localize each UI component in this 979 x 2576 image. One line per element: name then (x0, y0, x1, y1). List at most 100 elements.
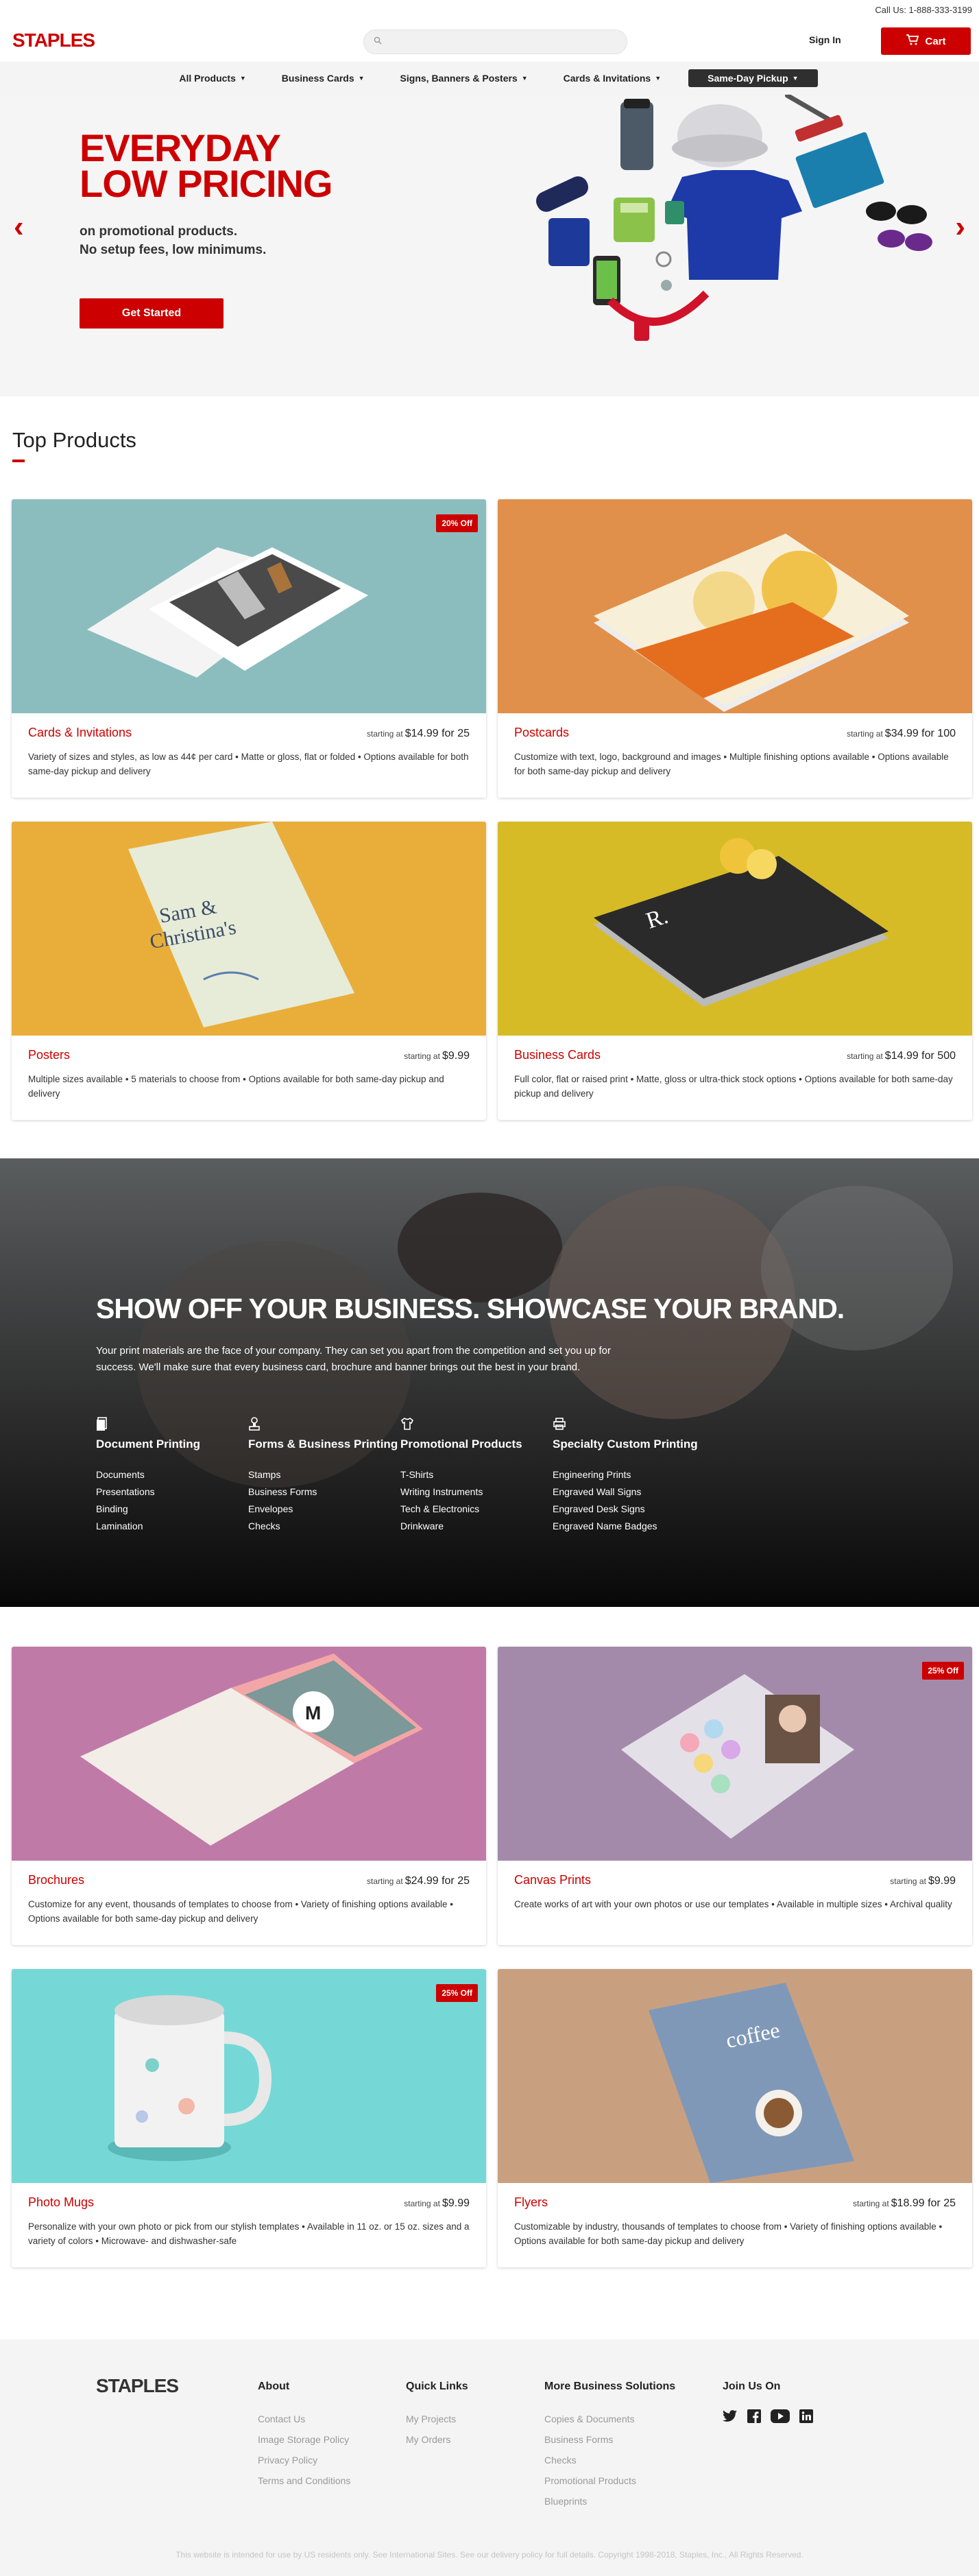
section-title: Top Products (12, 428, 136, 452)
cards-invitations-image: 20% Off (12, 499, 486, 713)
category-link[interactable]: Tech & Electronics (400, 1501, 553, 1518)
category-link[interactable]: Writing Instruments (400, 1483, 553, 1501)
phone-number: Call Us: 1-888-333-3199 (875, 4, 972, 15)
product-title[interactable]: Canvas Prints (514, 1873, 591, 1887)
footer-link[interactable]: Business Forms (544, 2429, 723, 2450)
prev-slide-icon[interactable]: ‹ (14, 210, 24, 244)
tshirt-icon (400, 1417, 553, 1435)
staples-logo[interactable]: STAPLES (12, 29, 95, 51)
category-link[interactable]: Lamination (96, 1518, 248, 1535)
category-link[interactable]: Engraved Wall Signs (553, 1483, 705, 1501)
get-started-button[interactable]: Get Started (80, 298, 223, 329)
social-links (723, 2409, 846, 2427)
category-column: Document Printing Documents Presentation… (96, 1417, 248, 1535)
caret-down-icon: ▼ (358, 75, 365, 82)
category-link[interactable]: Documents (96, 1466, 248, 1483)
category-link[interactable]: Engraved Name Badges (553, 1518, 705, 1535)
card-body: Posters starting at $9.99 Multiple sizes … (12, 1036, 486, 1101)
banner-text: Your print materials are the face of you… (96, 1345, 611, 1373)
footer-link[interactable]: Copies & Documents (544, 2409, 723, 2429)
product-card-posters[interactable]: Sam & Christina's Posters starting at $9.… (12, 822, 486, 1120)
product-price: starting at $9.99 (404, 2197, 470, 2210)
category-title[interactable]: Promotional Products (400, 1438, 553, 1451)
product-card-photo-mugs[interactable]: 25% Off Photo Mugs starting at $9.99 Pers… (12, 1969, 486, 2267)
hero-subtitle-line: on promotional products. (80, 224, 238, 239)
category-list: Engineering Prints Engraved Wall Signs E… (553, 1466, 705, 1535)
category-list: Stamps Business Forms Envelopes Checks (248, 1466, 400, 1535)
product-title[interactable]: Business Cards (514, 1048, 601, 1062)
category-link[interactable]: Business Forms (248, 1483, 400, 1501)
footer-link[interactable]: My Projects (406, 2409, 544, 2429)
nav-signs-banners-posters[interactable]: Signs, Banners & Posters ▼ (383, 73, 546, 84)
nav-same-day-pickup[interactable]: Same-Day Pickup ▼ (688, 69, 818, 87)
nav-business-cards[interactable]: Business Cards ▼ (264, 73, 383, 84)
product-card-brochures[interactable]: M Brochures starting at $24.99 for 25 Cus… (12, 1647, 486, 1945)
nav-all-products[interactable]: All Products ▼ (161, 73, 263, 84)
category-link[interactable]: Engineering Prints (553, 1466, 705, 1483)
footer-link[interactable]: Privacy Policy (258, 2450, 406, 2470)
card-body: Postcards starting at $34.99 for 100 Cust… (498, 713, 972, 778)
search-bar[interactable] (363, 29, 627, 54)
sign-in-link[interactable]: Sign In (809, 34, 841, 45)
product-title[interactable]: Postcards (514, 726, 569, 740)
footer-staples-logo[interactable]: STAPLES (96, 2375, 258, 2397)
category-link[interactable]: Presentations (96, 1483, 248, 1501)
category-list: Documents Presentations Binding Laminati… (96, 1466, 248, 1535)
footer-link[interactable]: Blueprints (544, 2491, 723, 2512)
product-card-postcards[interactable]: Postcards starting at $34.99 for 100 Cust… (498, 499, 972, 798)
footer-heading: Join Us On (723, 2381, 781, 2392)
category-link[interactable]: Envelopes (248, 1501, 400, 1518)
caret-down-icon: ▼ (655, 75, 662, 82)
caret-down-icon: ▼ (521, 75, 528, 82)
next-slide-icon[interactable]: › (955, 210, 965, 244)
product-title[interactable]: Cards & Invitations (28, 726, 132, 740)
category-title[interactable]: Specialty Custom Printing (553, 1438, 705, 1451)
category-title[interactable]: Forms & Business Printing (248, 1438, 400, 1451)
flyers-image: coffee (498, 1969, 972, 2183)
product-card-flyers[interactable]: coffee Flyers starting at $18.99 for 25 C… (498, 1969, 972, 2267)
price-value: $9.99 (928, 1875, 956, 1887)
footer-link[interactable]: Checks (544, 2450, 723, 2470)
product-card-business-cards[interactable]: R. Business Cards starting at $14.99 for … (498, 822, 972, 1120)
svg-text:M: M (305, 1702, 321, 1724)
footer-link[interactable]: My Orders (406, 2429, 544, 2450)
title-underline (12, 460, 25, 462)
footer-heading: Quick Links (406, 2381, 468, 2392)
footer-links: Copies & Documents Business Forms Checks… (544, 2409, 723, 2512)
postcards-image (498, 499, 972, 713)
category-link[interactable]: Binding (96, 1501, 248, 1518)
header: STAPLES Sign In Cart (0, 19, 979, 62)
category-link[interactable]: Checks (248, 1518, 400, 1535)
category-link[interactable]: Engraved Desk Signs (553, 1501, 705, 1518)
product-card-cards-invitations[interactable]: 20% Off Cards & Invitations starting at $… (12, 499, 486, 798)
product-title[interactable]: Brochures (28, 1873, 84, 1887)
product-title[interactable]: Posters (28, 1048, 70, 1062)
footer-link[interactable]: Terms and Conditions (258, 2470, 406, 2491)
cart-button[interactable]: Cart (881, 27, 971, 55)
nav-cards-invitations[interactable]: Cards & Invitations ▼ (546, 73, 679, 84)
category-title[interactable]: Document Printing (96, 1438, 248, 1451)
hero-banner: ‹ EVERYDAY LOW PRICING on promotional pr… (0, 95, 979, 396)
category-link[interactable]: Drinkware (400, 1518, 553, 1535)
nav-label: Cards & Invitations (563, 73, 651, 84)
product-title[interactable]: Flyers (514, 2195, 548, 2210)
category-link[interactable]: T-Shirts (400, 1466, 553, 1483)
twitter-icon[interactable] (723, 2409, 738, 2427)
price-prefix: starting at (890, 1876, 926, 1886)
search-input[interactable] (387, 36, 627, 47)
footer-link[interactable]: Contact Us (258, 2409, 406, 2429)
product-description: Create works of art with your own photos… (514, 1899, 952, 1909)
price-prefix: starting at (847, 1051, 883, 1061)
youtube-icon[interactable] (771, 2409, 790, 2427)
facebook-icon[interactable] (747, 2409, 761, 2427)
price-prefix: starting at (367, 1876, 403, 1886)
category-link[interactable]: Stamps (248, 1466, 400, 1483)
linkedin-icon[interactable] (799, 2409, 813, 2427)
footer-link[interactable]: Promotional Products (544, 2470, 723, 2491)
product-price: starting at $9.99 (890, 1875, 956, 1887)
hero-title: EVERYDAY LOW PRICING (80, 129, 333, 203)
product-title[interactable]: Photo Mugs (28, 2195, 94, 2210)
product-card-canvas-prints[interactable]: 25% Off Canvas Prints starting at $9.99 C… (498, 1647, 972, 1945)
footer-link[interactable]: Image Storage Policy (258, 2429, 406, 2450)
caret-down-icon: ▼ (239, 75, 246, 82)
